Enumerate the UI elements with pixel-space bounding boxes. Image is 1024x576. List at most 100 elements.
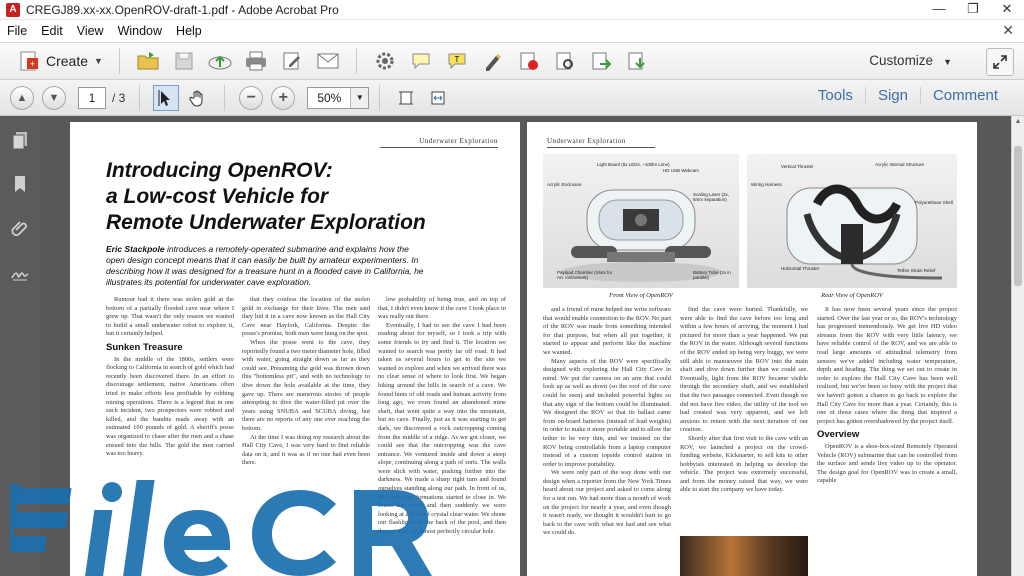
paragraph: find the cave were buried. Thankfully, w… bbox=[680, 306, 808, 434]
bookmarks-button[interactable] bbox=[0, 164, 40, 204]
page-thumbnails-button[interactable] bbox=[0, 120, 40, 160]
article-title: Introducing OpenROV: a Low-cost Vehicle … bbox=[106, 158, 516, 236]
close-document-button[interactable]: ✕ bbox=[1002, 22, 1014, 39]
menu-edit[interactable]: Edit bbox=[34, 24, 70, 38]
photo-label: Light Board (6x LEDs, ~100lm Lime) bbox=[597, 162, 670, 167]
scroll-thumb[interactable] bbox=[1014, 146, 1022, 286]
highlight-icon[interactable]: T bbox=[444, 48, 470, 74]
toolbar-divider bbox=[224, 84, 226, 111]
zoom-in-button[interactable]: + bbox=[271, 85, 296, 110]
print-icon[interactable] bbox=[243, 48, 269, 74]
previous-page-button[interactable]: ▲ bbox=[10, 85, 34, 110]
hand-icon bbox=[189, 90, 203, 107]
full-screen-button[interactable] bbox=[986, 48, 1014, 76]
header-rule bbox=[547, 147, 655, 148]
paragraph: OpenROV is a shoe-box-sized Remotely Ope… bbox=[817, 442, 957, 485]
save-icon[interactable] bbox=[171, 48, 197, 74]
fit-page-button[interactable] bbox=[393, 85, 419, 111]
photo-caption: Front View of OpenROV bbox=[609, 292, 673, 299]
section-heading: Sunken Treasure bbox=[106, 341, 183, 353]
attach-icon[interactable] bbox=[624, 48, 650, 74]
running-head: Underwater Exploration bbox=[419, 137, 498, 145]
export-icon[interactable] bbox=[588, 48, 614, 74]
toolbar-divider bbox=[355, 48, 357, 74]
customize-label: Customize bbox=[869, 53, 934, 68]
photo-label: Acrylic Internal Structure bbox=[875, 162, 925, 167]
arrow-down-icon: ▼ bbox=[48, 91, 60, 104]
next-page-button[interactable]: ▼ bbox=[42, 85, 66, 110]
menu-file[interactable]: File bbox=[0, 24, 34, 38]
paragraph: In the middle of the 1800s, settlers wer… bbox=[106, 355, 234, 458]
bookmark-icon bbox=[15, 176, 25, 192]
comment-panel-link[interactable]: Comment bbox=[919, 87, 1010, 104]
create-button[interactable]: + Create ▼ bbox=[12, 46, 109, 76]
minimize-button[interactable]: — bbox=[922, 0, 956, 20]
cloud-upload-icon[interactable] bbox=[207, 48, 233, 74]
attachments-button[interactable] bbox=[0, 208, 40, 248]
paragraph: At the time I was doing my research abou… bbox=[242, 433, 370, 467]
scroll-up-icon[interactable]: ▲ bbox=[1012, 118, 1024, 125]
photo-label: Scaling Laser (2x, 5mm separation) bbox=[693, 192, 730, 202]
fit-page-icon bbox=[399, 91, 414, 104]
menu-help[interactable]: Help bbox=[169, 24, 209, 38]
restore-button[interactable]: ❐ bbox=[956, 0, 990, 20]
photo-label: Payload Chamber (Slots for Art. Instrume… bbox=[557, 270, 613, 280]
stamp-icon[interactable] bbox=[552, 48, 578, 74]
header-rule bbox=[380, 147, 498, 148]
gear-icon[interactable] bbox=[372, 48, 398, 74]
tools-panel-link[interactable]: Tools bbox=[806, 87, 865, 104]
page-total: / 3 bbox=[112, 90, 126, 105]
acrobat-app-icon: A bbox=[6, 2, 20, 17]
main-toolbar: + Create ▼ T Customize ▼ bbox=[0, 42, 1024, 80]
close-button[interactable]: ✕ bbox=[990, 0, 1024, 20]
customize-menu[interactable]: Customize ▼ bbox=[869, 53, 952, 68]
photo-label: Horizontal Thruster bbox=[781, 266, 820, 271]
hand-tool-button[interactable] bbox=[185, 85, 211, 111]
author-name: Eric Stackpole bbox=[106, 244, 165, 254]
toolbar-divider bbox=[139, 84, 141, 111]
navigation-toolbar: ▲ ▼ 1 / 3 − + 50% ▼ Tools Sign Comment bbox=[0, 80, 1024, 116]
zoom-value: 50% bbox=[317, 90, 342, 105]
paragraph: When the posse went to the cave, they re… bbox=[242, 338, 370, 432]
svg-text:+: + bbox=[30, 59, 35, 69]
email-icon[interactable] bbox=[315, 48, 341, 74]
open-folder-icon[interactable] bbox=[135, 48, 161, 74]
paragraph: We were only part of the way done with o… bbox=[543, 469, 671, 537]
page-number-input[interactable]: 1 bbox=[78, 86, 106, 109]
photo-label: Wiring Harness bbox=[751, 182, 782, 187]
fit-width-button[interactable] bbox=[425, 85, 451, 111]
chevron-down-icon: ▼ bbox=[943, 57, 952, 67]
toolbar-divider bbox=[379, 84, 381, 111]
zoom-select[interactable]: 50% ▼ bbox=[307, 86, 370, 109]
sign-icon[interactable] bbox=[480, 48, 506, 74]
redact-icon[interactable] bbox=[516, 48, 542, 74]
menu-view[interactable]: View bbox=[70, 24, 111, 38]
task-panel-links: Tools Sign Comment bbox=[806, 87, 1010, 104]
cave-photo bbox=[680, 536, 808, 576]
menu-window[interactable]: Window bbox=[111, 24, 169, 38]
title-line: Remote Underwater Exploration bbox=[106, 211, 426, 234]
svg-text:T: T bbox=[455, 55, 460, 64]
rov-front-illustration bbox=[561, 189, 721, 282]
title-line: Introducing OpenROV: bbox=[106, 159, 333, 182]
photo-label: Acrylic Enclosure bbox=[547, 182, 582, 187]
rear-view-photo: Vertical Thruster Acrylic Internal Struc… bbox=[747, 154, 957, 288]
expand-icon bbox=[993, 55, 1007, 69]
title-line: a Low-cost Vehicle for bbox=[106, 185, 329, 208]
sign-panel-link[interactable]: Sign bbox=[864, 87, 920, 104]
paragraph: and a friend of mine helped me write sof… bbox=[543, 306, 671, 356]
column-3: It has now been several years since the … bbox=[817, 306, 957, 486]
vertical-scrollbar[interactable]: ▲ bbox=[1011, 116, 1024, 576]
title-bar: A CREGJ89.xx-xx.OpenROV-draft-1.pdf - Ad… bbox=[0, 0, 1024, 20]
column-1: and a friend of mine helped me write sof… bbox=[543, 306, 671, 538]
running-head: Underwater Exploration bbox=[547, 137, 626, 145]
signatures-button[interactable] bbox=[0, 252, 40, 292]
photo-label: Battery Tube (2x in parallel) bbox=[693, 270, 731, 280]
comment-icon[interactable] bbox=[408, 48, 434, 74]
filecr-watermark-logo bbox=[10, 480, 432, 576]
signature-icon bbox=[11, 272, 29, 281]
select-tool-button[interactable] bbox=[153, 84, 180, 111]
create-label: Create bbox=[46, 53, 89, 69]
zoom-out-button[interactable]: − bbox=[239, 85, 264, 110]
edit-document-icon[interactable] bbox=[279, 48, 305, 74]
